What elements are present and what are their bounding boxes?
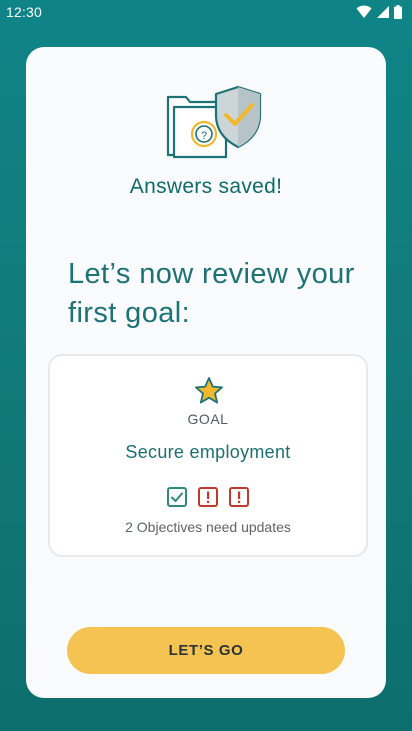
review-card: ? Answers saved! Let’s now review your f… xyxy=(26,47,386,698)
status-bar: 12:30 xyxy=(0,0,412,24)
goal-card[interactable]: GOAL Secure employment 2 Objectives need… xyxy=(48,354,368,557)
answers-saved-message: Answers saved! xyxy=(129,175,283,198)
status-time: 12:30 xyxy=(6,4,43,20)
svg-text:?: ? xyxy=(201,130,207,142)
alert-box-icon xyxy=(198,487,218,507)
wifi-icon xyxy=(356,5,372,18)
goal-label: GOAL xyxy=(187,411,229,427)
check-box-icon xyxy=(167,487,187,507)
objectives-status-text: 2 Objectives need updates xyxy=(125,519,291,535)
signal-icon xyxy=(377,6,389,18)
page-title: Let’s now review your first goal: xyxy=(68,255,358,333)
alert-box-icon xyxy=(229,487,249,507)
status-icons xyxy=(356,5,402,19)
star-icon xyxy=(195,377,223,404)
title-line-1: Let’s now review your xyxy=(68,258,355,290)
title-line-2: first goal: xyxy=(68,297,191,329)
objective-status-icons xyxy=(167,487,249,507)
folder-with-shield-icon: ? xyxy=(166,85,262,159)
battery-icon xyxy=(394,5,402,19)
lets-go-button[interactable]: LET’S GO xyxy=(67,627,345,674)
goal-title: Secure employment xyxy=(125,442,291,462)
